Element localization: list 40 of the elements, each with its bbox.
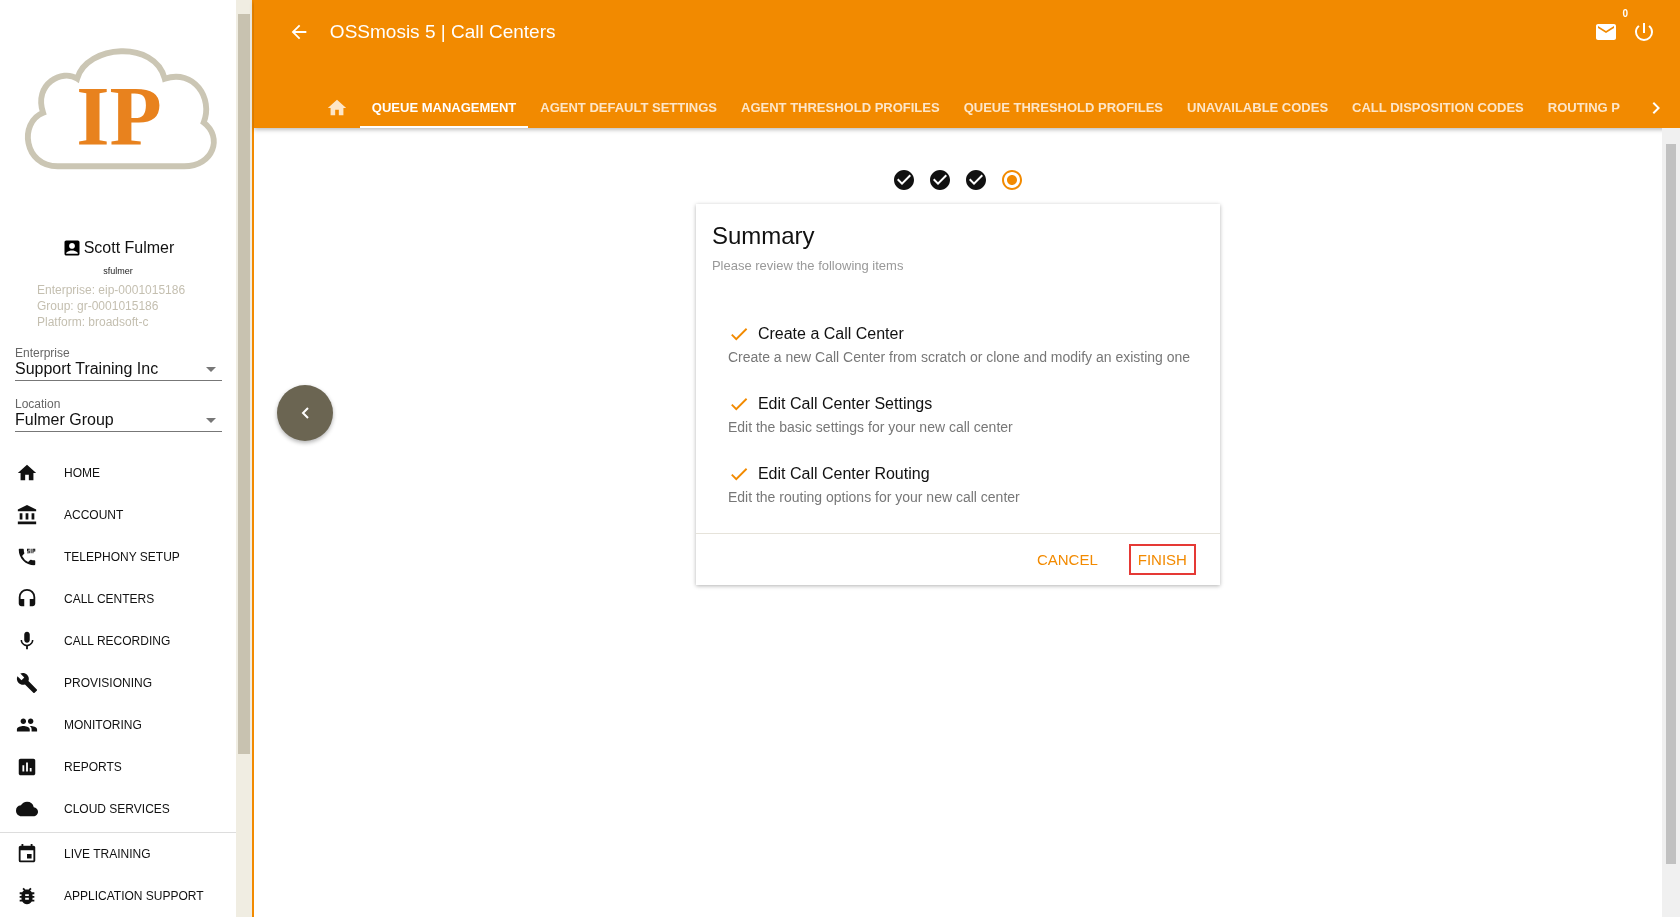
nav-item[interactable]: MONITORING [0,704,236,746]
scrollbar[interactable] [1662,128,1680,917]
account-detail: Group: gr-0001015186 [37,298,160,314]
nav-item[interactable]: CLOUD SERVICES [0,788,236,830]
item-title: Create a Call Center [757,325,904,343]
nav-item[interactable]: LIVE TRAINING [0,833,236,875]
nav-item[interactable]: HOME [0,452,236,494]
account-detail: Enterprise: eip-0001015186 [37,282,187,298]
item-description: Create a new Call Center from scratch or clone and modify an existing one [727,349,1192,365]
user-name: Scott Fulmer [83,239,175,257]
nav-item[interactable]: TELEPHONY SETUP [0,536,236,578]
power-icon[interactable] [1632,20,1656,44]
scrollbar[interactable] [236,0,252,917]
nav-icon [16,843,38,865]
select-field[interactable]: Enterprise Support Training Inc [15,346,222,381]
nav-item[interactable]: PROVISIONING [0,662,236,704]
page-title: OSSmosis 5 | Call Centers [329,21,557,43]
chevron-left-icon [300,407,309,419]
nav-item[interactable]: ACCOUNT [0,494,236,536]
nav-item[interactable]: REPORTS [0,746,236,788]
nav-item[interactable]: APPLICATION SUPPORT [0,875,236,917]
nav-icon [16,756,38,778]
item-title: Edit Call Center Routing [757,465,930,483]
dropdown-icon [206,366,216,372]
item-description: Edit the basic settings for your new call center [727,419,1014,435]
item-title: Edit Call Center Settings [757,395,933,413]
previous-button[interactable] [276,385,333,441]
nav-icon [16,504,38,526]
dropdown-icon [206,417,216,423]
nav-icon [16,546,38,568]
card-subtitle: Please review the following items [710,257,905,273]
nav-icon [16,672,38,694]
nav-item[interactable]: CALL CENTERS [0,578,236,620]
username: sfulmer [102,266,134,276]
card-title: Summary [710,221,816,250]
select-field[interactable]: Location Fulmer Group [15,397,222,432]
account-detail: Platform: broadsoft-c [37,314,150,330]
notification-count: 0 [1622,8,1628,19]
nav-item[interactable]: CALL RECORDING [0,620,236,662]
item-description: Edit the routing options for your new call center [727,489,1021,505]
